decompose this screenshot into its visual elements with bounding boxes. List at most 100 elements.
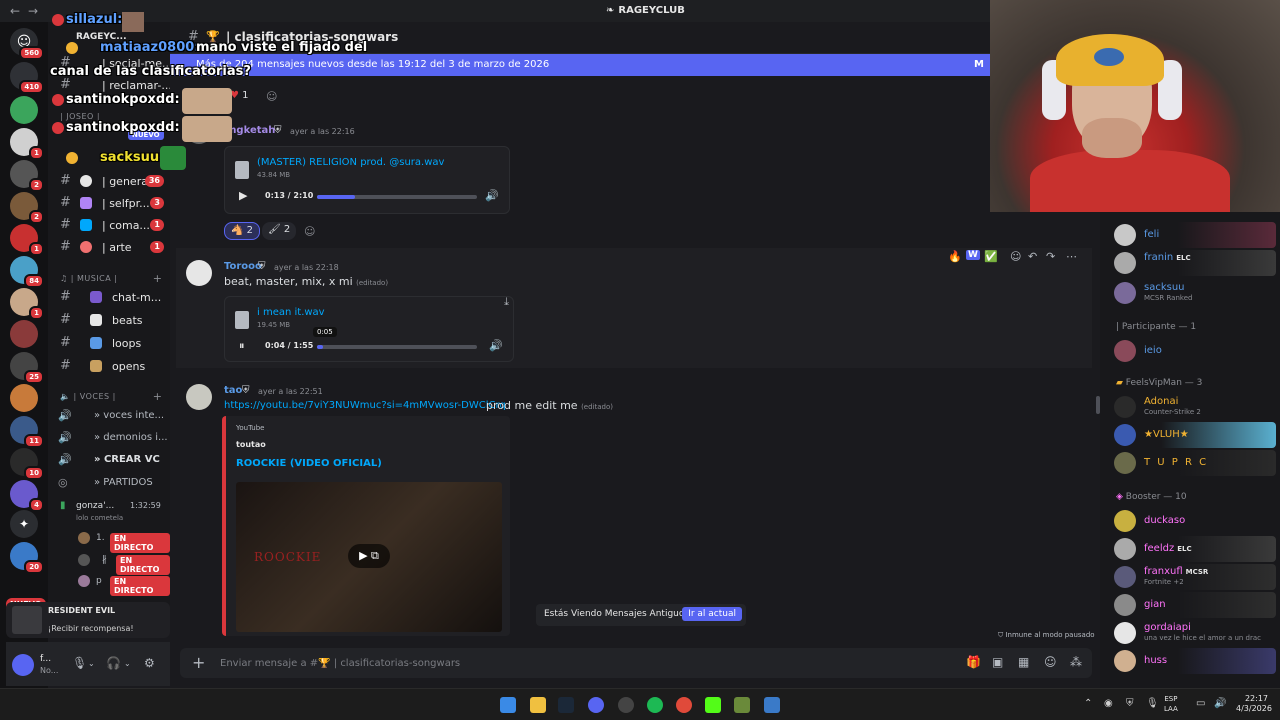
server-icon-6[interactable]: 1 bbox=[10, 224, 44, 256]
voice-channel-demonios[interactable]: 🔊 » demonios i... bbox=[58, 428, 170, 448]
microphone-icon[interactable]: 🎙 bbox=[72, 656, 87, 670]
message-avatar[interactable] bbox=[186, 260, 212, 286]
member-row[interactable]: franxufl MCSR Fortnite +2 bbox=[1112, 564, 1276, 590]
server-icon-15[interactable]: 20 bbox=[10, 542, 44, 574]
discover-icon[interactable]: ✦ bbox=[10, 510, 38, 538]
chrome-icon[interactable] bbox=[676, 697, 692, 713]
file-explorer-icon[interactable] bbox=[530, 697, 546, 713]
user-avatar[interactable] bbox=[12, 654, 34, 676]
jump-to-present-button[interactable]: Ir al actual bbox=[682, 607, 742, 621]
embed-title[interactable]: ROOCKIE (VIDEO OFICIAL) bbox=[236, 458, 382, 469]
tray-mic-icon[interactable]: 🎙 bbox=[1146, 698, 1159, 709]
server-icon-13[interactable]: 10 bbox=[10, 448, 44, 480]
message-input[interactable] bbox=[220, 654, 920, 672]
volume-icon[interactable]: 🔊 bbox=[485, 189, 499, 202]
server-icon-1[interactable]: 410 bbox=[10, 62, 44, 94]
channel-selfpr[interactable]: # | selfpr... 3 bbox=[48, 192, 170, 214]
windows-start-icon[interactable] bbox=[500, 697, 516, 713]
app-icon[interactable] bbox=[734, 697, 750, 713]
back-arrow-icon[interactable]: ← bbox=[10, 4, 20, 18]
gif-icon[interactable]: ▣ bbox=[992, 655, 1003, 669]
new-messages-bar[interactable]: Más de 204 mensajes nuevos desde las 19:… bbox=[170, 54, 990, 76]
chevron-down-icon[interactable]: ⌄ bbox=[88, 659, 95, 668]
channel-loops[interactable]: # loops bbox=[48, 332, 170, 354]
tray-chevron-icon[interactable]: ⌃ bbox=[1084, 698, 1092, 709]
message-author[interactable]: Torooo bbox=[224, 261, 262, 272]
add-reaction-icon[interactable]: ☺ bbox=[1010, 250, 1021, 263]
check-reaction-icon[interactable]: ✅ bbox=[984, 250, 998, 263]
member-row[interactable]: duckaso bbox=[1112, 508, 1276, 534]
member-row[interactable]: franin ELC bbox=[1112, 250, 1276, 276]
server-icon-14[interactable]: 4 bbox=[10, 480, 44, 512]
channel-beats[interactable]: # beats bbox=[48, 309, 170, 331]
category-musica[interactable]: ♫ | MUSICA | bbox=[60, 274, 117, 283]
add-channel-icon[interactable]: + bbox=[153, 272, 162, 285]
add-channel-icon[interactable]: + bbox=[153, 390, 162, 403]
play-video-icon[interactable]: ▶ ⧉ bbox=[348, 544, 390, 568]
server-icon-8[interactable]: 1 bbox=[10, 288, 44, 320]
active-voice-call[interactable]: ▮ gonza'... 1:32:59 lolo cometela bbox=[58, 498, 170, 528]
attach-plus-icon[interactable]: + bbox=[192, 653, 205, 672]
member-row[interactable]: Adonai Counter-Strike 2 bbox=[1112, 394, 1276, 420]
voice-user-2[interactable]: ∦ EN DIRECTO bbox=[78, 554, 170, 575]
member-row[interactable]: feeldz ELC bbox=[1112, 536, 1276, 562]
member-row[interactable]: T U P R C bbox=[1112, 450, 1276, 476]
direct-messages-icon[interactable]: ☺ 560 bbox=[10, 28, 44, 60]
voice-channel-crear[interactable]: 🔊 » CREAR VC bbox=[58, 450, 170, 470]
w-reaction-icon[interactable]: W bbox=[966, 250, 980, 260]
server-icon-11[interactable] bbox=[10, 384, 38, 412]
gift-icon[interactable]: 🎁 bbox=[966, 655, 981, 669]
message-author[interactable]: tao bbox=[224, 385, 242, 396]
server-icon-9[interactable] bbox=[10, 320, 38, 348]
notepad-icon[interactable] bbox=[764, 697, 780, 713]
reaction-horse[interactable]: 🐴 2 bbox=[224, 222, 261, 240]
channel-chat-m[interactable]: # chat-m... bbox=[48, 286, 170, 308]
forward-icon[interactable]: ↷ bbox=[1046, 250, 1055, 263]
channel-opens[interactable]: # opens bbox=[48, 355, 170, 377]
sticker-icon[interactable]: ▦ bbox=[1018, 655, 1029, 669]
reply-icon[interactable]: ↶ bbox=[1028, 250, 1037, 263]
voice-user-1[interactable]: 1. EN DIRECTO bbox=[78, 532, 170, 553]
server-icon-7[interactable]: 84 bbox=[10, 256, 44, 288]
voice-channel-voces[interactable]: 🔊 » voces inte... bbox=[58, 406, 170, 426]
volume-icon[interactable]: 🔊 bbox=[1214, 698, 1226, 709]
discord-icon[interactable] bbox=[588, 697, 604, 713]
quest-promo[interactable]: RESIDENT EVIL ¡Recibir recompensa! bbox=[6, 602, 170, 638]
language-indicator[interactable]: ESP LAA bbox=[1164, 694, 1178, 714]
reaction-brush[interactable]: 🖌 2 bbox=[262, 222, 297, 240]
fire-reaction-icon[interactable]: 🔥 bbox=[948, 250, 962, 263]
mark-read-label[interactable]: M bbox=[974, 59, 984, 70]
channel-coma[interactable]: # | coma... 1 bbox=[48, 214, 170, 236]
server-icon-10[interactable]: 25 bbox=[10, 352, 44, 384]
emoji-icon[interactable]: ☺ bbox=[1044, 655, 1057, 669]
channel-arte[interactable]: # | arte 1 bbox=[48, 236, 170, 258]
member-row[interactable]: ieio bbox=[1112, 338, 1276, 364]
gear-icon[interactable]: ⚙ bbox=[144, 656, 155, 670]
more-options-icon[interactable]: ⋯ bbox=[1066, 250, 1077, 263]
tray-app-icon[interactable]: ◉ bbox=[1104, 698, 1113, 709]
apps-icon[interactable]: ⁂ bbox=[1070, 655, 1082, 669]
pause-icon[interactable]: ⏸ bbox=[239, 339, 245, 353]
server-icon-3[interactable]: 1 bbox=[10, 128, 44, 160]
add-reaction-icon[interactable]: ☺ bbox=[304, 225, 315, 238]
network-icon[interactable]: ▭ bbox=[1196, 698, 1205, 709]
kick-icon[interactable] bbox=[705, 697, 721, 713]
attachment-filename[interactable]: (MASTER) RELIGION prod. @sura.wav bbox=[257, 157, 444, 168]
chevron-down-icon[interactable]: ⌄ bbox=[124, 659, 131, 668]
youtube-link[interactable]: https://youtu.be/7viY3NUWmuc?si=4mMVwosr… bbox=[224, 400, 506, 411]
forward-arrow-icon[interactable]: → bbox=[28, 4, 38, 18]
message-author[interactable]: mgketah bbox=[226, 125, 275, 136]
headphones-icon[interactable]: 🎧 bbox=[106, 656, 121, 670]
spotify-icon[interactable] bbox=[647, 697, 663, 713]
member-row[interactable]: sacksuu MCSR Ranked bbox=[1112, 280, 1276, 306]
member-row[interactable]: huss bbox=[1112, 648, 1276, 674]
play-icon[interactable]: ▶ bbox=[239, 189, 247, 202]
embed-author[interactable]: toutao bbox=[236, 440, 266, 449]
server-icon-12[interactable]: 11 bbox=[10, 416, 44, 448]
download-icon[interactable]: ⤓ bbox=[504, 295, 509, 309]
server-icon-5[interactable]: 2 bbox=[10, 192, 44, 224]
member-row[interactable]: gian bbox=[1112, 592, 1276, 618]
add-reaction-icon[interactable]: ☺ bbox=[266, 90, 277, 103]
member-row[interactable]: feli bbox=[1112, 222, 1276, 248]
category-voces[interactable]: 🔈 | VOCES | bbox=[60, 392, 116, 401]
